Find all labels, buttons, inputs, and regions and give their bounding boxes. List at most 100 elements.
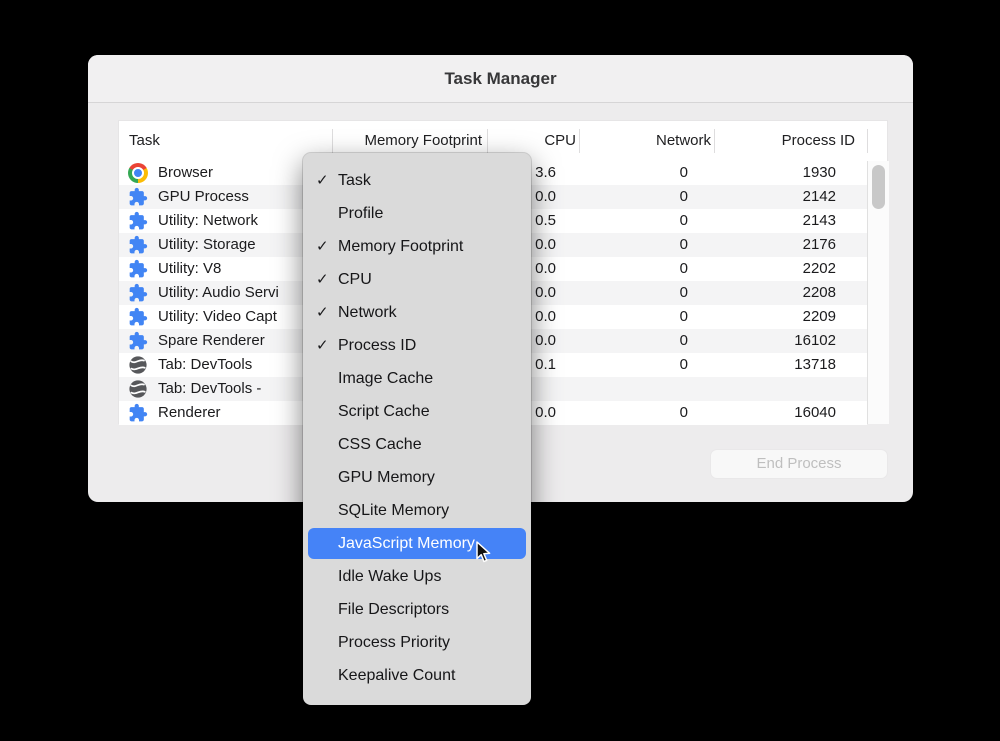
menu-item-task[interactable]: ✓Task (303, 164, 531, 197)
task-name: Renderer (158, 401, 221, 425)
task-name: Tab: DevTools (158, 353, 252, 377)
task-name: Utility: Video Capt (158, 305, 277, 329)
cpu-value: 0.0 (535, 233, 556, 257)
menu-item-image-cache[interactable]: Image Cache (303, 362, 531, 395)
task-name: Utility: Audio Servi (158, 281, 279, 305)
task-name: Utility: Network (158, 209, 258, 233)
puzzle-icon (128, 235, 148, 255)
menu-item-network[interactable]: ✓Network (303, 296, 531, 329)
cpu-value: 0.0 (535, 185, 556, 209)
network-value: 0 (680, 185, 688, 209)
menu-item-memory-footprint[interactable]: ✓Memory Footprint (303, 230, 531, 263)
column-context-menu: ✓TaskProfile✓Memory Footprint✓CPU✓Networ… (303, 153, 531, 705)
menu-item-cpu[interactable]: ✓CPU (303, 263, 531, 296)
chrome-icon (128, 163, 148, 183)
menu-item-label: Process ID (338, 329, 416, 362)
column-separator (714, 129, 715, 153)
menu-item-label: Process Priority (338, 626, 450, 659)
cpu-value: 0.0 (535, 329, 556, 353)
network-value: 0 (680, 257, 688, 281)
task-name: Utility: Storage (158, 233, 256, 257)
puzzle-icon (128, 331, 148, 351)
process-id-value: 2202 (803, 257, 836, 281)
menu-item-css-cache[interactable]: CSS Cache (303, 428, 531, 461)
checkmark-icon: ✓ (316, 230, 338, 263)
menu-item-gpu-memory[interactable]: GPU Memory (303, 461, 531, 494)
network-value: 0 (680, 401, 688, 425)
cpu-value: 0.1 (535, 353, 556, 377)
puzzle-icon (128, 307, 148, 327)
network-value: 0 (680, 305, 688, 329)
menu-item-label: Idle Wake Ups (338, 560, 441, 593)
task-name: Browser (158, 161, 213, 185)
checkmark-icon: ✓ (316, 263, 338, 296)
menu-item-label: JavaScript Memory (338, 527, 475, 560)
puzzle-icon (128, 283, 148, 303)
column-header-network[interactable]: Network (656, 121, 711, 161)
checkmark-icon: ✓ (316, 296, 338, 329)
menu-item-label: Network (338, 296, 397, 329)
process-id-value: 2176 (803, 233, 836, 257)
menu-item-process-id[interactable]: ✓Process ID (303, 329, 531, 362)
end-process-button[interactable]: End Process (710, 449, 888, 479)
task-name: Tab: DevTools - (158, 377, 261, 401)
puzzle-icon (128, 187, 148, 207)
process-id-value: 13718 (794, 353, 836, 377)
menu-item-label: CPU (338, 263, 372, 296)
column-separator (867, 129, 868, 153)
menu-item-label: GPU Memory (338, 461, 435, 494)
scrollbar-thumb[interactable] (872, 165, 885, 209)
menu-item-file-descriptors[interactable]: File Descriptors (303, 593, 531, 626)
task-name: GPU Process (158, 185, 249, 209)
process-id-value: 16102 (794, 329, 836, 353)
menu-item-script-cache[interactable]: Script Cache (303, 395, 531, 428)
process-id-value: 2208 (803, 281, 836, 305)
cpu-value: 0.0 (535, 401, 556, 425)
menu-item-label: Script Cache (338, 395, 430, 428)
mouse-cursor-icon (473, 541, 494, 569)
menu-item-label: SQLite Memory (338, 494, 449, 527)
cpu-value: 0.5 (535, 209, 556, 233)
menu-item-idle-wake-ups[interactable]: Idle Wake Ups (303, 560, 531, 593)
task-name: Spare Renderer (158, 329, 265, 353)
menu-item-keepalive-count[interactable]: Keepalive Count (303, 659, 531, 692)
puzzle-icon (128, 211, 148, 231)
menu-item-javascript-memory[interactable]: JavaScript Memory (303, 527, 531, 560)
cpu-value: 0.0 (535, 257, 556, 281)
checkmark-icon: ✓ (316, 329, 338, 362)
menu-item-label: CSS Cache (338, 428, 422, 461)
column-header-cpu[interactable]: CPU (544, 121, 576, 161)
network-value: 0 (680, 329, 688, 353)
column-header-task[interactable]: Task (129, 121, 160, 161)
menu-item-label: Task (338, 164, 371, 197)
process-id-value: 1930 (803, 161, 836, 185)
menu-item-label: Keepalive Count (338, 659, 455, 692)
network-value: 0 (680, 281, 688, 305)
globe-icon (128, 379, 148, 399)
process-id-value: 16040 (794, 401, 836, 425)
menu-item-process-priority[interactable]: Process Priority (303, 626, 531, 659)
column-separator (487, 129, 488, 153)
menu-item-label: Profile (338, 197, 383, 230)
network-value: 0 (680, 209, 688, 233)
process-id-value: 2143 (803, 209, 836, 233)
menu-item-profile[interactable]: Profile (303, 197, 531, 230)
column-header-pid[interactable]: Process ID (782, 121, 855, 161)
column-separator (332, 129, 333, 153)
network-value: 0 (680, 353, 688, 377)
desktop-background: Task Manager Task Memory Footprint CPU N… (0, 0, 1000, 741)
globe-icon (128, 355, 148, 375)
scrollbar-track[interactable] (867, 161, 889, 424)
network-value: 0 (680, 233, 688, 257)
network-value: 0 (680, 161, 688, 185)
menu-item-label: File Descriptors (338, 593, 449, 626)
puzzle-icon (128, 403, 148, 423)
puzzle-icon (128, 259, 148, 279)
menu-item-label: Image Cache (338, 362, 433, 395)
task-name: Utility: V8 (158, 257, 221, 281)
process-id-value: 2209 (803, 305, 836, 329)
cpu-value: 0.0 (535, 305, 556, 329)
menu-item-sqlite-memory[interactable]: SQLite Memory (303, 494, 531, 527)
cpu-value: 3.6 (535, 161, 556, 185)
process-id-value: 2142 (803, 185, 836, 209)
